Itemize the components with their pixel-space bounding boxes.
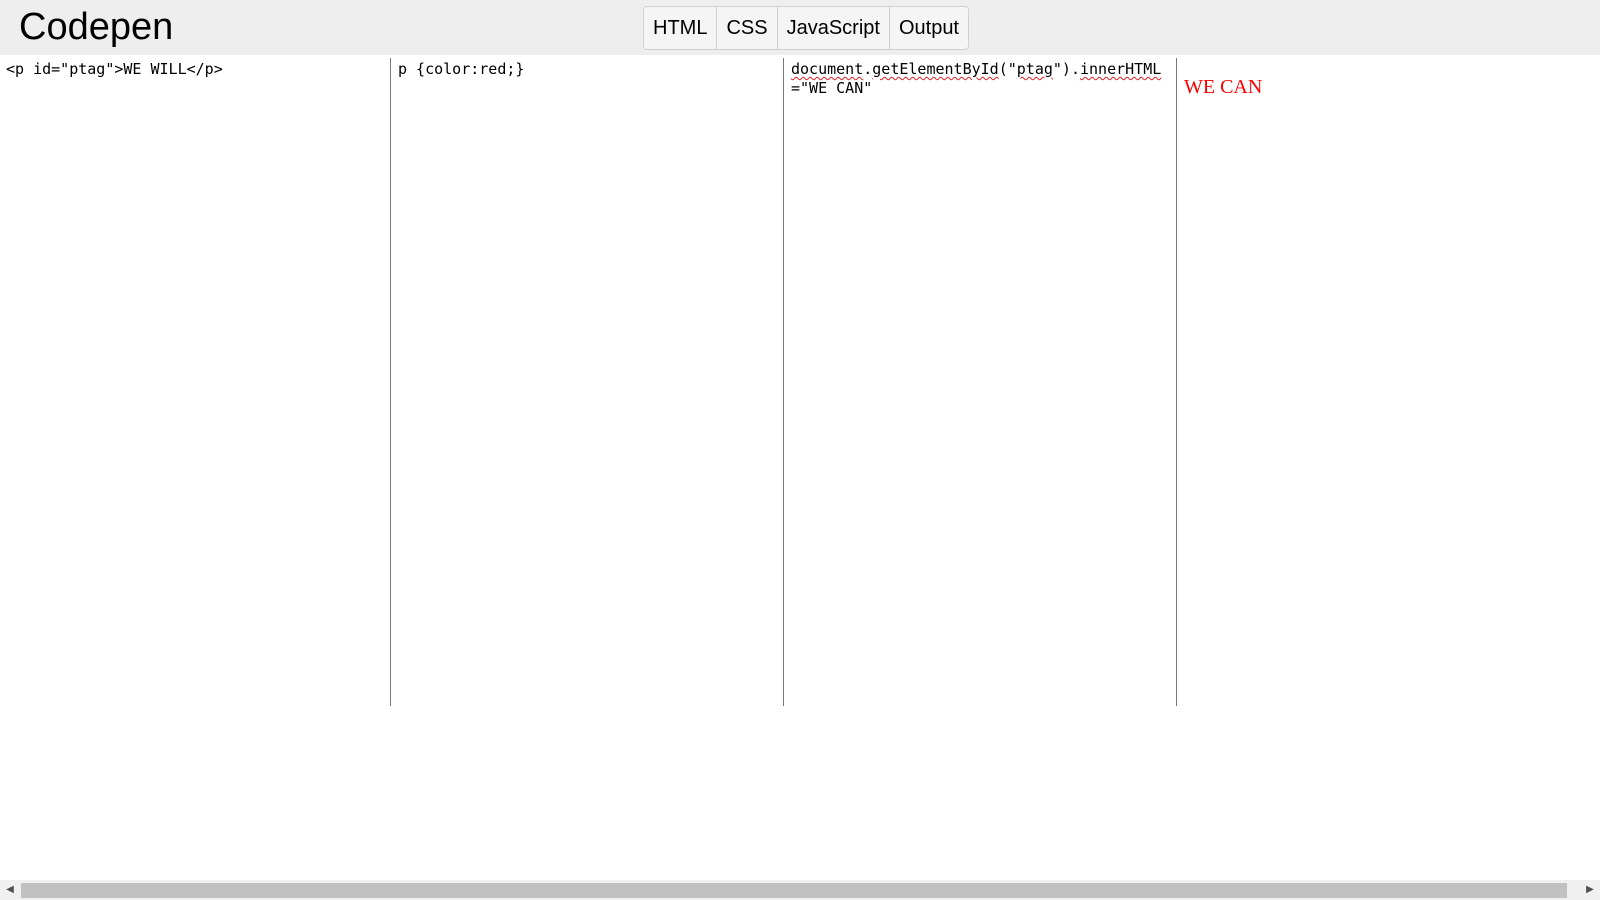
js-token: getElementById bbox=[872, 60, 999, 78]
js-token: ptag bbox=[1016, 60, 1053, 78]
js-token: (" bbox=[998, 60, 1017, 78]
output-frame: WE CAN bbox=[1178, 58, 1600, 706]
tab-javascript[interactable]: JavaScript bbox=[778, 7, 890, 49]
html-editor[interactable]: <p id="ptag">WE WILL</p> bbox=[0, 58, 390, 706]
javascript-editor[interactable]: document.getElementById("ptag").innerHTM… bbox=[785, 58, 1176, 706]
js-token: ="WE CAN" bbox=[791, 79, 873, 97]
scroll-right-arrow-icon[interactable]: ▶ bbox=[1580, 880, 1600, 900]
panel-divider bbox=[1176, 58, 1177, 706]
scrollbar-thumb[interactable] bbox=[21, 883, 1567, 898]
js-token: "). bbox=[1052, 60, 1080, 78]
css-editor[interactable]: p {color:red;} bbox=[392, 58, 783, 706]
output-paragraph: WE CAN bbox=[1184, 76, 1263, 98]
panel-toggle-bar: HTML CSS JavaScript Output bbox=[643, 6, 969, 50]
js-token: innerHTML bbox=[1080, 60, 1162, 78]
panel-divider bbox=[390, 58, 391, 706]
header-bar: Codepen HTML CSS JavaScript Output bbox=[0, 0, 1600, 55]
js-token: . bbox=[863, 60, 873, 78]
tab-output[interactable]: Output bbox=[890, 7, 968, 49]
app-title: Codepen bbox=[19, 6, 174, 48]
tab-css[interactable]: CSS bbox=[717, 7, 778, 49]
panel-divider bbox=[783, 58, 784, 706]
js-token: document bbox=[791, 60, 864, 78]
tab-html[interactable]: HTML bbox=[644, 7, 718, 49]
scroll-left-arrow-icon[interactable]: ◀ bbox=[0, 880, 20, 900]
horizontal-scrollbar[interactable]: ◀ ▶ bbox=[0, 880, 1600, 900]
